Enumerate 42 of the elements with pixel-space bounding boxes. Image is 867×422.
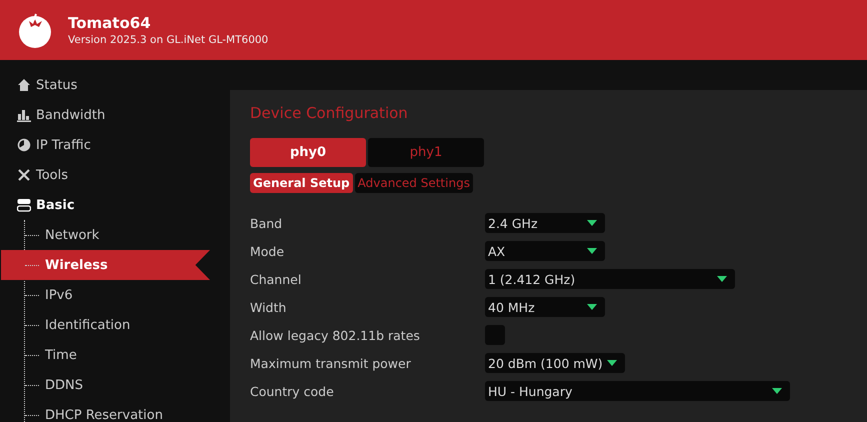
sidebar-item[interactable]: Tools: [0, 160, 210, 190]
sidebar-subitem[interactable]: DHCP Reservation: [1, 400, 210, 422]
dropdown[interactable]: 2.4 GHz: [485, 213, 605, 233]
field-label: Maximum transmit power: [250, 356, 412, 370]
caret-icon: [587, 220, 597, 226]
field-label: Band: [250, 216, 284, 230]
field-label: Channel: [250, 272, 302, 286]
caret-icon: [607, 360, 617, 366]
checkbox[interactable]: [485, 325, 505, 345]
bar-chart-icon: [17, 108, 31, 122]
server-icon: [17, 198, 31, 212]
field-label: Mode: [250, 244, 286, 258]
dropdown[interactable]: HU - Hungary: [485, 381, 790, 401]
caret-icon: [772, 388, 782, 394]
radio-tab[interactable]: phy0: [250, 138, 366, 167]
dropdown[interactable]: 40 MHz: [485, 297, 605, 317]
field-label: Country code: [250, 384, 335, 398]
sidebar-subitem[interactable]: Time: [1, 340, 210, 370]
app-title: Tomato64: [68, 14, 152, 32]
caret-icon: [717, 276, 727, 282]
tomato-logo-icon: [17, 12, 53, 48]
caret-icon: [587, 304, 597, 310]
version-text: Version 2025.3 on GL.iNet GL-MT6000: [68, 34, 268, 46]
home-icon: [17, 78, 31, 92]
sidebar-subitem[interactable]: IPv6: [1, 280, 210, 310]
dropdown[interactable]: 1 (2.412 GHz): [485, 269, 735, 289]
sidebar-item[interactable]: IP Traffic: [0, 130, 210, 160]
sidebar-item[interactable]: Status: [0, 70, 210, 100]
settings-tab[interactable]: General Setup: [250, 173, 353, 193]
sidebar-item[interactable]: Basic: [0, 190, 210, 220]
dropdown[interactable]: AX: [485, 241, 605, 261]
sidebar-subitem[interactable]: Identification: [1, 310, 210, 340]
field-label: Width: [250, 300, 288, 314]
sidebar-subitem[interactable]: Network: [1, 220, 210, 250]
sidebar-item[interactable]: Bandwidth: [0, 100, 210, 130]
sidebar-subitem[interactable]: DDNS: [1, 370, 210, 400]
dropdown[interactable]: 20 dBm (100 mW): [485, 353, 625, 373]
section-title: Device Configuration: [250, 104, 409, 122]
field-label: Allow legacy 802.11b rates: [250, 328, 421, 342]
sidebar-subitem[interactable]: Wireless: [1, 250, 210, 280]
caret-icon: [587, 248, 597, 254]
pie-chart-icon: [17, 138, 31, 152]
